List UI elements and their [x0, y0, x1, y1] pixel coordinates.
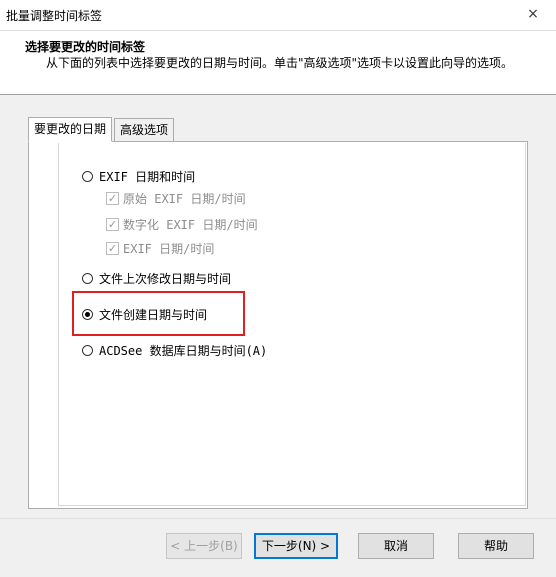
wizard-header: 选择要更改的时间标签 从下面的列表中选择要更改的日期与时间。单击"高级选项"选项…	[0, 31, 556, 95]
modified-date-label: 文件上次修改日期与时间	[99, 272, 232, 286]
acdsee-date-radio[interactable]	[82, 345, 93, 356]
next-button[interactable]: 下一步(N) >	[254, 533, 338, 559]
help-button[interactable]: 帮助	[458, 533, 534, 559]
exif-datetime-checkbox: ✓	[106, 242, 119, 255]
digitized-exif-checkbox: ✓	[106, 218, 119, 231]
original-exif-checkbox: ✓	[106, 192, 119, 205]
tab-advanced-options[interactable]: 高级选项	[114, 118, 175, 142]
back-button[interactable]: < 上一步(B)	[166, 533, 242, 559]
header-description: 从下面的列表中选择要更改的日期与时间。单击"高级选项"选项卡以设置此向导的选项。	[46, 56, 514, 70]
digitized-exif-label: 数字化 EXIF 日期/时间	[123, 218, 258, 232]
window-title: 批量调整时间标签	[6, 9, 103, 23]
cancel-button[interactable]: 取消	[358, 533, 434, 559]
tab-dates-to-change[interactable]: 要更改的日期	[28, 117, 113, 142]
close-icon[interactable]: ×	[510, 0, 556, 30]
modified-date-radio[interactable]	[82, 273, 93, 284]
exif-label: EXIF 日期和时间	[99, 170, 196, 184]
title-bar: 批量调整时间标签 ×	[0, 0, 556, 31]
footer-divider	[0, 518, 556, 519]
exif-datetime-label: EXIF 日期/时间	[123, 242, 215, 256]
original-exif-label: 原始 EXIF 日期/时间	[123, 192, 246, 206]
acdsee-date-label: ACDSee 数据库日期与时间(A)	[99, 344, 268, 358]
exif-radio[interactable]	[82, 171, 93, 182]
highlight-box	[72, 291, 245, 336]
header-title: 选择要更改的时间标签	[25, 40, 146, 54]
